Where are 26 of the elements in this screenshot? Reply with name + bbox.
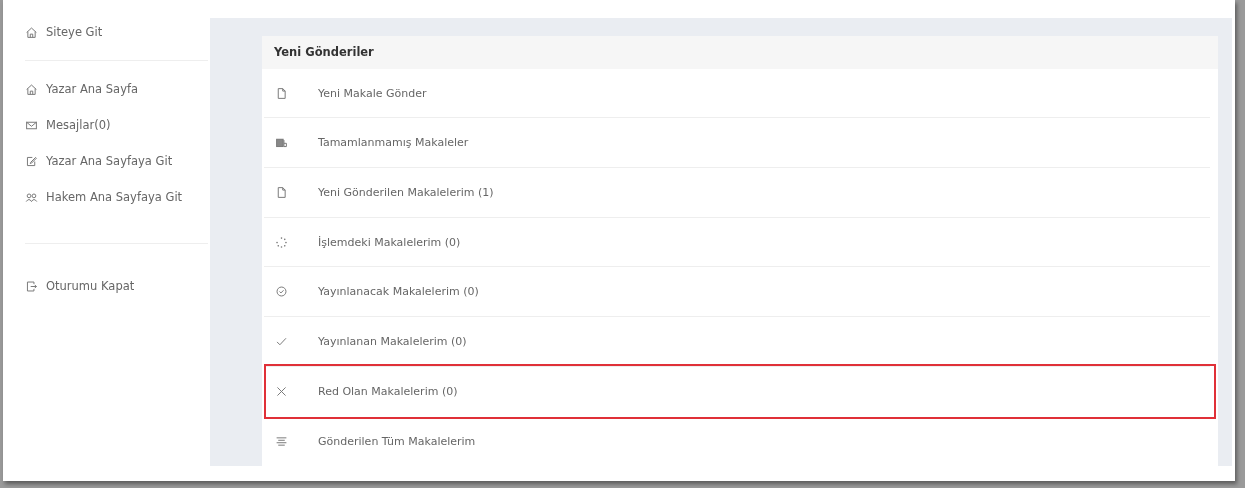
- menu-link[interactable]: İşlemdeki Makalelerim (0): [264, 217, 1210, 268]
- home-icon: [25, 25, 38, 39]
- sidebar-link[interactable]: Hakem Ana Sayfaya Git: [25, 179, 183, 215]
- sidebar-link[interactable]: Siteye Git: [25, 14, 103, 50]
- close-icon: [275, 385, 288, 398]
- document-icon: [275, 86, 288, 100]
- spinner-icon: [275, 235, 288, 249]
- menu-link[interactable]: Yeni Makale Gönder: [264, 68, 1210, 119]
- book-icon: [275, 136, 288, 150]
- check-circle-icon: [275, 285, 288, 299]
- menu-link[interactable]: Yeni Gönderilen Makalelerim (1): [264, 168, 1210, 218]
- lines-icon: [275, 434, 288, 448]
- home-icon: [25, 82, 38, 96]
- sidebar-link[interactable]: Yazar Ana Sayfa: [25, 71, 139, 107]
- panel-title: Yeni Gönderiler: [262, 36, 1218, 69]
- document-icon: [275, 185, 288, 199]
- menu-link[interactable]: Yayınlanacak Makalelerim (0): [264, 267, 1210, 318]
- menu-link[interactable]: Red Olan Makalelerim (0): [264, 363, 1216, 420]
- menu-link[interactable]: Yayınlanan Makalelerim (0): [264, 317, 1210, 367]
- menu-link[interactable]: Tamamlanmamış Makaleler: [264, 118, 1210, 169]
- sidebar-link[interactable]: Oturumu Kapat: [25, 268, 135, 304]
- logout-icon: [25, 279, 38, 293]
- edit-icon: [25, 154, 38, 168]
- users-icon: [25, 190, 38, 204]
- sidebar-link[interactable]: Mesajlar(0): [25, 107, 111, 143]
- sidebar-link[interactable]: Yazar Ana Sayfaya Git: [25, 143, 173, 179]
